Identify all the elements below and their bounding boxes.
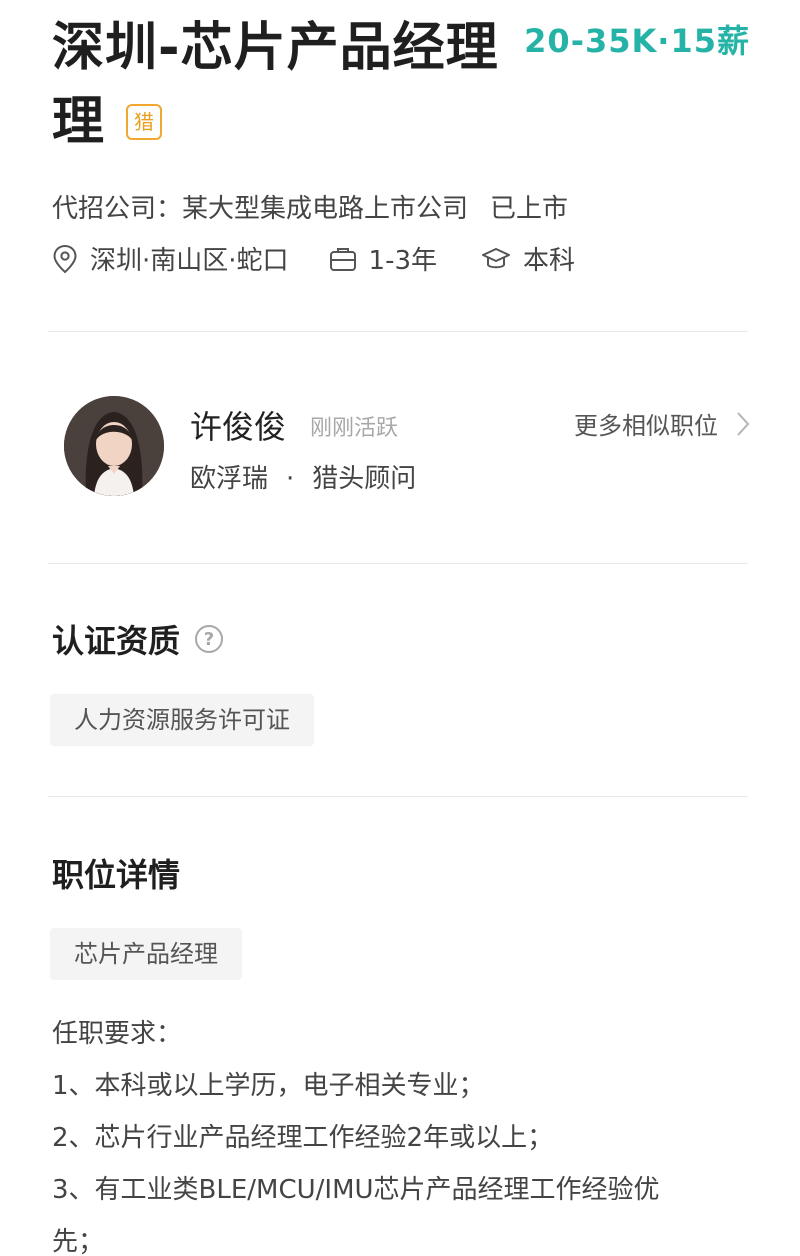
requirement-line: 先； xyxy=(52,1227,105,1256)
recruiter-role: 猎头顾问 xyxy=(312,464,417,494)
certification-tag: 人力资源服务许可证 xyxy=(50,694,314,746)
separator-dot: · xyxy=(286,464,295,494)
divider xyxy=(48,331,748,332)
job-detail-page: 深圳-芯片产品经理 20-35K·15薪 理 猎 代招公司：某大型集成电路上市公… xyxy=(0,0,800,1256)
job-category-tag: 芯片产品经理 xyxy=(50,928,242,980)
location-pin-icon xyxy=(53,244,77,273)
question-circle-icon[interactable]: ? xyxy=(194,624,224,654)
requirements-block: 任职要求： 1、本科或以上学历，电子相关专业； 2、芯片行业产品经理工作经验2年… xyxy=(52,1008,752,1256)
certification-section-title: 认证资质 ? xyxy=(52,616,224,662)
recruiter-name[interactable]: 许俊俊 xyxy=(190,402,286,448)
graduation-cap-icon xyxy=(482,247,510,268)
education-item: 本科 xyxy=(481,240,575,277)
job-title-continued: 理 猎 xyxy=(52,86,163,158)
job-meta-row: 深圳·南山区·蛇口 1-3年 本科 xyxy=(52,240,575,277)
chevron-right-icon xyxy=(737,411,750,436)
help-glyph: ? xyxy=(204,629,214,650)
education-text: 本科 xyxy=(523,246,576,276)
company-status: 已上市 xyxy=(490,194,569,224)
certification-title: 认证资质 xyxy=(52,622,181,660)
company-name: 代招公司：某大型集成电路上市公司 xyxy=(52,194,469,224)
requirement-line: 1、本科或以上学历，电子相关专业； xyxy=(52,1071,485,1101)
divider xyxy=(48,796,748,797)
experience-item: 1-3年 xyxy=(329,240,437,277)
recruiter-company: 欧浮瑞 xyxy=(190,464,269,494)
job-details-section-title: 职位详情 xyxy=(52,850,180,896)
salary-label: 20-35K·15薪 xyxy=(524,22,750,60)
more-similar-label: 更多相似职位 xyxy=(574,412,718,440)
hunter-badge: 猎 xyxy=(126,104,163,140)
active-status: 刚刚活跃 xyxy=(310,416,399,441)
recruiter-company-line: 欧浮瑞 · 猎头顾问 xyxy=(190,458,416,495)
briefcase-icon xyxy=(329,247,356,271)
job-details-title: 职位详情 xyxy=(52,856,181,894)
location-item: 深圳·南山区·蛇口 xyxy=(52,240,289,277)
avatar-portrait xyxy=(64,396,164,496)
experience-text: 1-3年 xyxy=(368,246,437,276)
divider xyxy=(48,563,748,564)
avatar[interactable] xyxy=(64,396,164,496)
location-text: 深圳·南山区·蛇口 xyxy=(90,246,289,276)
company-line: 代招公司：某大型集成电路上市公司 已上市 xyxy=(52,188,568,225)
job-title-line2: 理 xyxy=(52,92,105,152)
more-similar-jobs-link[interactable]: 更多相似职位 xyxy=(574,406,750,441)
requirement-line: 任职要求： xyxy=(52,1019,183,1049)
requirement-line: 2、芯片行业产品经理工作经验2年或以上； xyxy=(52,1123,554,1153)
requirement-line: 3、有工业类BLE/MCU/IMU芯片产品经理工作经验优 xyxy=(52,1175,660,1205)
